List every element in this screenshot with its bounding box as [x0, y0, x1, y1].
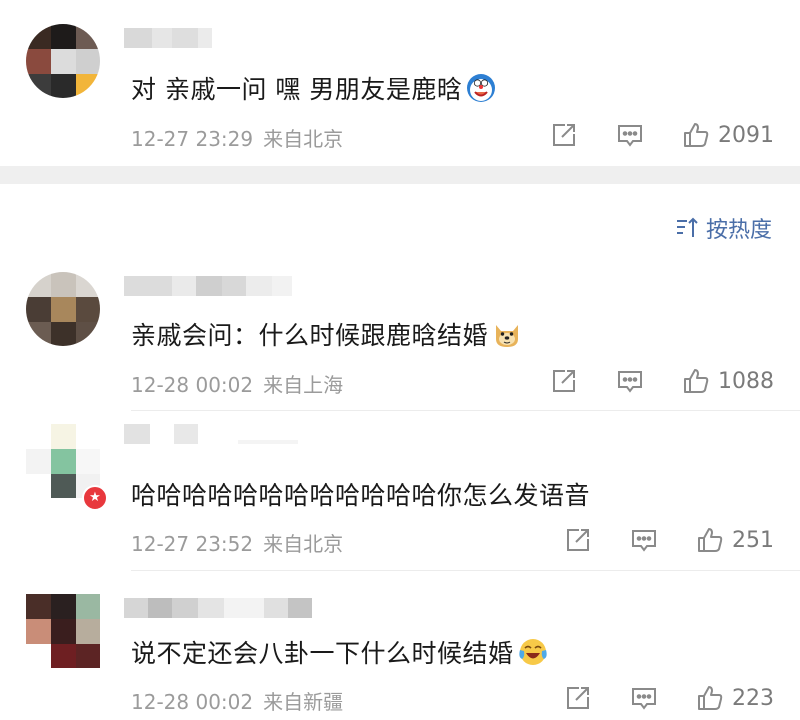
like-icon[interactable]	[682, 367, 710, 395]
doraemon-emoji-icon	[466, 73, 496, 103]
like-icon[interactable]	[682, 121, 710, 149]
comment-actions: 223	[564, 683, 774, 713]
comment-text: 哈哈哈哈哈哈哈哈哈哈哈哈你怎么发语音	[131, 481, 591, 510]
like-count: 223	[732, 685, 774, 711]
share-icon[interactable]	[564, 526, 592, 554]
share-icon[interactable]	[550, 367, 578, 395]
like-count: 2091	[718, 122, 774, 148]
doge-emoji-icon	[492, 319, 522, 349]
like-count: 1088	[718, 368, 774, 394]
comment-text: 亲戚会问：什么时候跟鹿晗结婚	[131, 316, 522, 352]
comment-meta: 12-28 00:02 来自上海	[131, 369, 343, 398]
comment-time: 12-28 00:02	[131, 373, 254, 397]
username-blurred[interactable]	[124, 424, 298, 444]
avatar[interactable]	[26, 594, 100, 668]
comment-separator	[131, 570, 800, 571]
reply-icon[interactable]	[616, 121, 644, 149]
avatar[interactable]	[26, 24, 100, 98]
like-count: 251	[732, 527, 774, 553]
comment-location: 来自新疆	[263, 690, 344, 714]
section-divider	[0, 166, 800, 184]
comment-meta: 12-27 23:29 来自北京	[131, 123, 343, 152]
username-blurred[interactable]	[124, 28, 212, 48]
sort-label: 按热度	[705, 218, 772, 243]
comment-meta: 12-27 23:52 来自北京	[131, 528, 343, 557]
comment-time: 12-27 23:52	[131, 532, 254, 556]
comment-time: 12-28 00:02	[131, 690, 254, 714]
comment-separator	[131, 410, 800, 411]
laugh-cry-emoji-icon	[518, 637, 548, 667]
comment-location: 来自上海	[263, 373, 344, 397]
like-icon[interactable]	[696, 526, 724, 554]
comment-text: 说不定还会八卦一下什么时候结婚	[131, 634, 548, 670]
comment-time: 12-27 23:29	[131, 127, 254, 151]
share-icon[interactable]	[550, 121, 578, 149]
sort-descending-icon	[674, 215, 700, 241]
comment-location: 来自北京	[263, 127, 344, 151]
comment-actions: 251	[564, 525, 774, 555]
comment-location: 来自北京	[263, 532, 344, 556]
comment-actions: 1088	[550, 366, 774, 396]
reply-icon[interactable]	[616, 367, 644, 395]
username-blurred[interactable]	[124, 598, 312, 618]
comment-meta: 12-28 00:02 来自新疆	[131, 686, 343, 715]
verified-badge-icon: ★	[82, 485, 108, 511]
reply-icon[interactable]	[630, 684, 658, 712]
comment-actions: 2091	[550, 120, 774, 150]
reply-icon[interactable]	[630, 526, 658, 554]
comment-text: 对 亲戚一问 嘿 男朋友是鹿晗	[131, 70, 496, 106]
share-icon[interactable]	[564, 684, 592, 712]
sort-by-hot-button[interactable]: 按热度	[674, 212, 772, 244]
avatar[interactable]	[26, 272, 100, 346]
like-icon[interactable]	[696, 684, 724, 712]
username-blurred[interactable]	[124, 276, 292, 296]
